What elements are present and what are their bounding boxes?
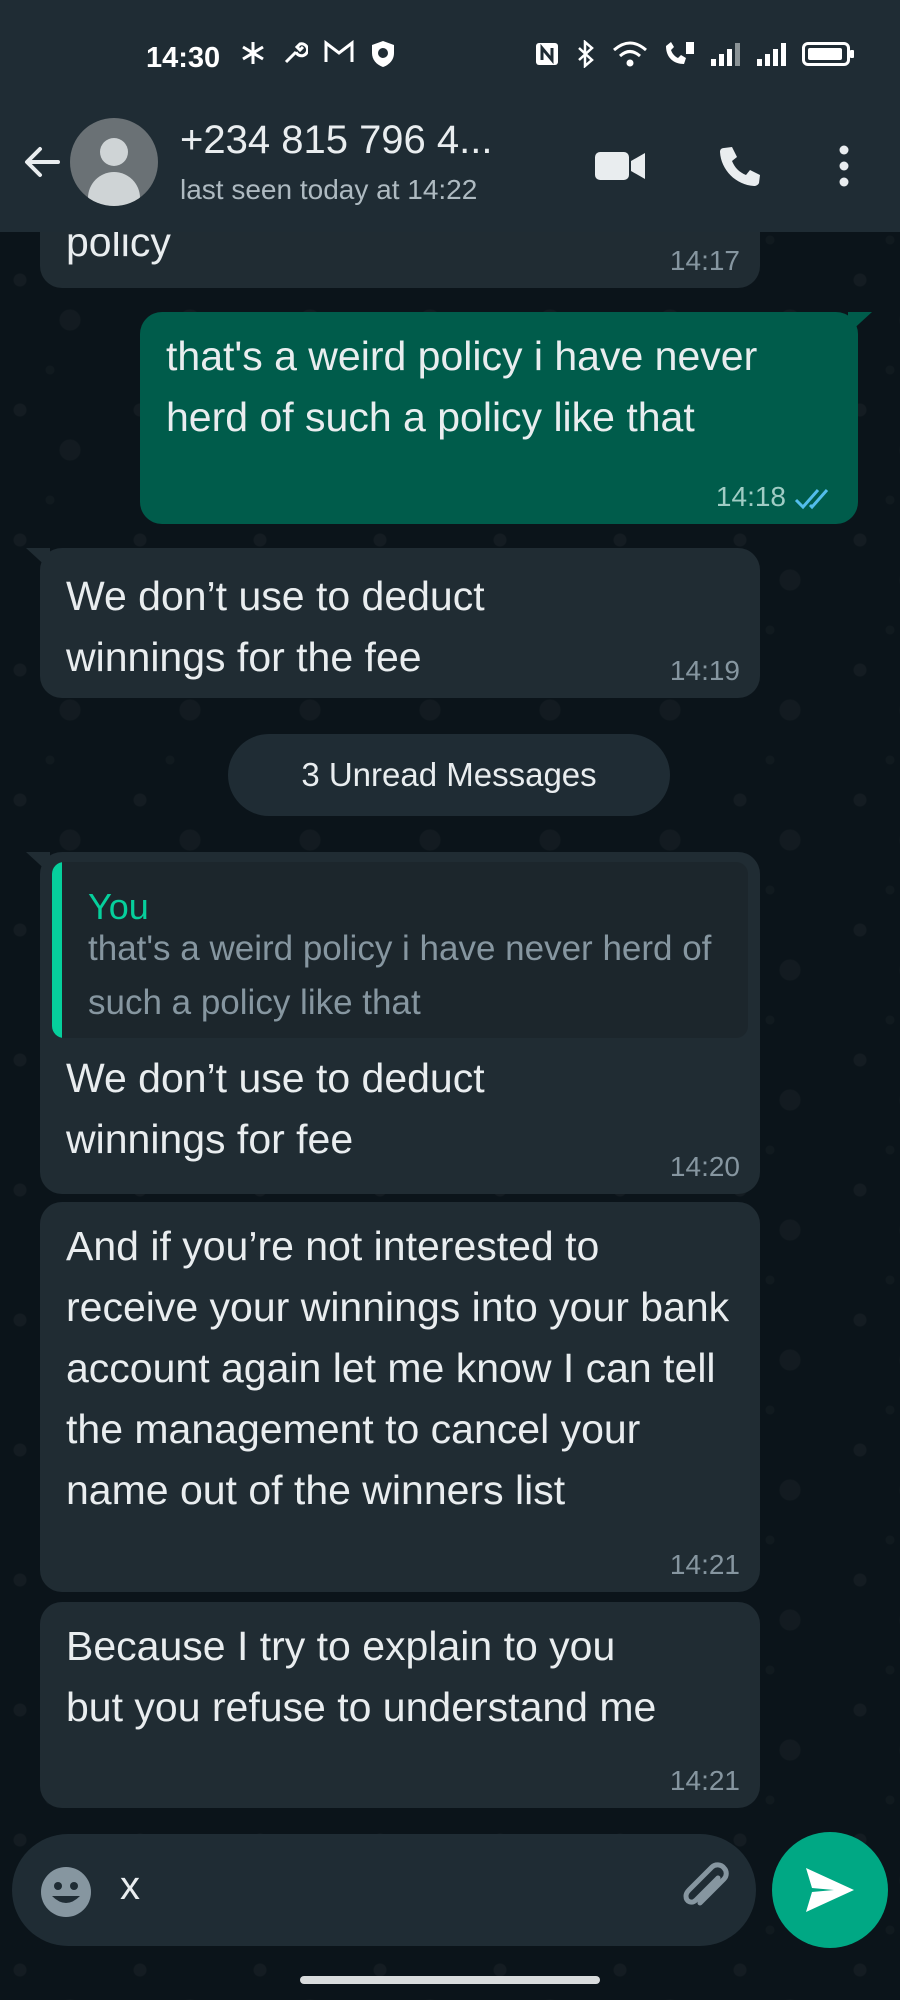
last-seen-status: last seen today at 14:22 bbox=[180, 174, 478, 205]
back-arrow-icon[interactable] bbox=[18, 138, 66, 186]
message-text: And if you’re not interested to receive … bbox=[66, 1223, 730, 1513]
quoted-message[interactable]: You that's a weird policy i have never h… bbox=[52, 862, 748, 1038]
message-text: We don’t use to deduct winnings for fee bbox=[66, 1055, 485, 1162]
message-time: 14:21 bbox=[669, 1765, 740, 1796]
status-bar: 14:30 bbox=[0, 30, 900, 86]
signal-icon bbox=[711, 43, 740, 66]
phone-icon bbox=[720, 147, 760, 186]
more-options-button[interactable] bbox=[816, 138, 872, 194]
status-notification-icons bbox=[240, 40, 396, 68]
message-composer[interactable]: x bbox=[12, 1834, 756, 1946]
attach-paperclip-icon[interactable] bbox=[674, 1858, 738, 1922]
message-bubble-incoming[interactable]: We don’t use to deduct winnings for the … bbox=[26, 548, 760, 698]
video-call-button[interactable] bbox=[592, 138, 648, 194]
bubble-tail bbox=[26, 548, 50, 570]
message-bubble-outgoing[interactable]: that's a weird policy i have never herd … bbox=[140, 312, 872, 524]
avatar-placeholder-head bbox=[100, 138, 128, 166]
message-bubble-incoming[interactable]: And if you’re not interested to receive … bbox=[40, 1202, 760, 1592]
battery-icon bbox=[802, 42, 854, 66]
message-time: 14:20 bbox=[669, 1151, 740, 1182]
double-check-read-icon bbox=[794, 489, 829, 510]
message-time: 14:18 bbox=[715, 481, 786, 512]
contact-name[interactable]: +234 815 796 4... bbox=[180, 118, 493, 163]
bubble-tail bbox=[848, 312, 872, 334]
message-text: that's a weird policy i have never herd … bbox=[166, 333, 758, 440]
status-time: 14:30 bbox=[146, 42, 221, 74]
message-bubble-incoming-reply[interactable]: You that's a weird policy i have never h… bbox=[26, 852, 760, 1194]
gmail-icon bbox=[324, 40, 354, 62]
message-input[interactable]: x bbox=[120, 1864, 140, 1909]
message-time: 14:17 bbox=[669, 245, 740, 276]
avatar[interactable] bbox=[70, 118, 158, 206]
message-text: We don’t use to deduct winnings for the … bbox=[66, 573, 485, 680]
asterisk-icon bbox=[242, 42, 264, 64]
message-time: 14:19 bbox=[669, 655, 740, 686]
status-system-icons bbox=[534, 40, 854, 68]
voice-call-button[interactable] bbox=[712, 138, 768, 194]
nfc-icon bbox=[536, 43, 558, 65]
wifi-icon bbox=[613, 41, 647, 67]
shield-icon bbox=[372, 41, 394, 67]
wrench-icon bbox=[284, 42, 308, 64]
emoji-icon[interactable] bbox=[38, 1864, 94, 1920]
message-time: 14:21 bbox=[669, 1549, 740, 1580]
send-icon bbox=[806, 1868, 854, 1912]
send-button[interactable] bbox=[772, 1832, 888, 1948]
unread-messages-banner: 3 Unread Messages bbox=[228, 734, 670, 816]
signal-icon bbox=[757, 43, 786, 66]
avatar-placeholder-body bbox=[88, 172, 140, 206]
quote-accent-bar bbox=[52, 862, 62, 1038]
video-camera-icon bbox=[595, 152, 645, 180]
message-text: Because I try to explain to you but you … bbox=[66, 1623, 657, 1730]
volte-icon bbox=[666, 42, 694, 64]
chat-header: 14:30 +234 815 796 4... last seen today … bbox=[0, 0, 900, 232]
quote-text: that's a weird policy i have never herd … bbox=[88, 929, 712, 1022]
bubble-tail bbox=[26, 852, 50, 874]
gesture-nav-bar[interactable] bbox=[300, 1976, 600, 1984]
more-vertical-icon bbox=[839, 145, 849, 187]
bluetooth-icon bbox=[578, 40, 594, 68]
message-bubble-incoming[interactable]: Because I try to explain to you but you … bbox=[40, 1602, 760, 1808]
